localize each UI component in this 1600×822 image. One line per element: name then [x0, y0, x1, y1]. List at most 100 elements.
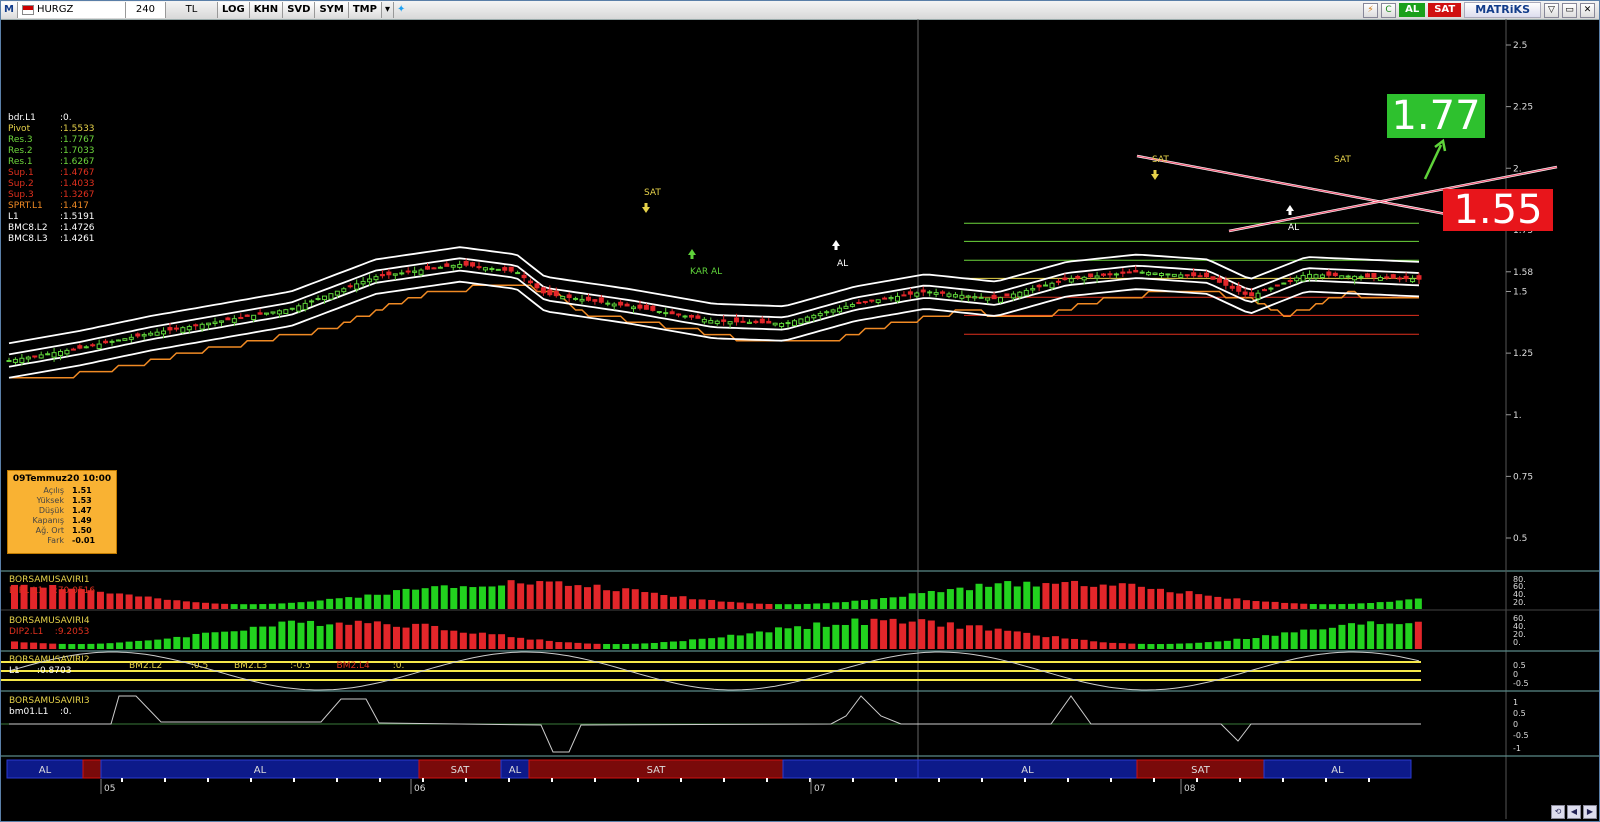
oscillator2-bar [631, 643, 639, 649]
oscillator2-bar [545, 640, 553, 649]
scroll-right-icon[interactable]: ▶ [1583, 805, 1597, 819]
signal-label: SAT [647, 765, 667, 776]
candle-body [412, 270, 418, 273]
signal-tick [637, 778, 639, 782]
oscillator1-bar [698, 599, 706, 609]
candle-body [418, 269, 424, 275]
refresh-icon[interactable]: C [1381, 2, 1397, 18]
price-chart[interactable]: 2.52.252.1.751.581.51.251.0.750.5SATSATS… [1, 19, 1599, 819]
oscillator2-bar [775, 627, 782, 649]
oscillator1-bar [1195, 594, 1203, 609]
candle-body [592, 299, 598, 302]
candle-body [193, 324, 199, 327]
oscillator2-bar [268, 626, 276, 649]
candle-body [708, 320, 714, 324]
legend-key: Sup.2 [8, 179, 34, 189]
sync-icon[interactable]: ⟲ [1551, 805, 1565, 819]
oscillator2-bar [746, 633, 754, 649]
candle-body [1236, 285, 1242, 292]
candle-body [450, 264, 456, 268]
khn-button[interactable]: KHN [249, 2, 284, 18]
tmp-button[interactable]: TMP [348, 2, 382, 18]
oscillator2-bar [507, 637, 515, 649]
oscillator2-bar [498, 634, 506, 649]
minimize-icon[interactable]: ▽ [1544, 2, 1559, 18]
support-line [9, 284, 1419, 379]
period-field[interactable]: 240 [125, 2, 166, 18]
chart-window: M HURGZ 240 TL LOG KHN SVD SYM TMP ▾ ✦ ⚡… [0, 0, 1600, 822]
oscillator1-bar [1309, 604, 1317, 609]
oscillator2-bar [221, 631, 229, 649]
panel1-value: DIP1.L1 :70.0516 [9, 586, 96, 596]
price-axis-label: 2. [1513, 164, 1522, 174]
oscillator2-bar [994, 628, 1002, 649]
oscillator1-bar [564, 585, 572, 609]
signal-label: AL [39, 765, 52, 776]
trendline-upper-core [1136, 155, 1447, 215]
oscillator2-bar [383, 624, 391, 649]
candle-body [521, 274, 527, 279]
candle-body [302, 302, 308, 310]
buy-signal-button[interactable]: AL [1399, 3, 1426, 17]
oscillator1-bar [431, 586, 439, 609]
candle-body [624, 303, 630, 307]
candle-body [1332, 272, 1338, 277]
oscillator1-bar [106, 593, 114, 609]
sym-button[interactable]: SYM [315, 2, 349, 18]
candle-body [766, 320, 772, 324]
oscillator2-bar [20, 642, 28, 649]
candle-body [405, 270, 411, 273]
oscillator2-bar [813, 622, 821, 649]
close-icon[interactable]: ✕ [1580, 2, 1595, 18]
signal-tick [508, 778, 510, 782]
app-logo[interactable]: M [1, 2, 18, 18]
oscillator1-bar [536, 581, 544, 609]
restore-icon[interactable]: ▭ [1562, 2, 1577, 18]
candle-body [186, 326, 192, 331]
candle-body [1068, 278, 1074, 283]
symbol-field[interactable]: HURGZ [17, 2, 126, 18]
legend-item: Sup.2:1.4033 [8, 179, 95, 190]
al-annotation: AL [837, 259, 848, 269]
oscillator2-bar [918, 619, 926, 649]
oscillator1-bar [784, 604, 792, 609]
oscillator2-bar [1242, 639, 1250, 649]
sat-annotation: SAT [644, 188, 661, 198]
candle-body [476, 266, 482, 269]
lightning-icon[interactable]: ⚡ [1363, 2, 1379, 18]
oscillator1-bar [956, 587, 964, 609]
log-button[interactable]: LOG [217, 2, 250, 18]
oscillator2-bar [1051, 636, 1059, 649]
oscillator1-bar [908, 593, 916, 609]
currency-field[interactable]: TL [166, 2, 218, 18]
oscillator2-bar [1137, 643, 1145, 649]
twitter-icon[interactable]: ✦ [394, 2, 408, 18]
oscillator2-bar [612, 644, 620, 649]
candle-body [1094, 275, 1100, 279]
dropdown-icon[interactable]: ▾ [382, 2, 394, 18]
oscillator1-bar [1080, 586, 1088, 609]
oscillator1-bar [650, 592, 658, 609]
candle-body [1255, 292, 1261, 300]
candle-body [856, 301, 862, 304]
oscillator1-bar [1376, 602, 1384, 609]
candle-body [1319, 274, 1325, 278]
oscillator2-bar [249, 626, 257, 649]
candle-body [238, 316, 244, 319]
candle-body [470, 262, 476, 267]
legend-key: Pivot [8, 124, 31, 134]
info-row: Fark -0.01 [8, 536, 116, 546]
candle-body [1146, 272, 1152, 276]
candle-body [643, 304, 649, 310]
oscillator2-bar [1348, 623, 1355, 649]
oscillator1-bar [889, 597, 897, 609]
info-box-title: 09Temmuz20 10:00 [12, 474, 112, 484]
candle-body [1287, 280, 1293, 283]
svd-button[interactable]: SVD [283, 2, 316, 18]
oscillator1-bar [612, 591, 620, 609]
sell-signal-button[interactable]: SAT [1428, 3, 1462, 17]
kar-al-annotation: KAR AL [690, 267, 722, 277]
scroll-left-icon[interactable]: ◀ [1567, 805, 1581, 819]
candle-body [167, 327, 173, 331]
oscillator1-bar [507, 580, 515, 609]
